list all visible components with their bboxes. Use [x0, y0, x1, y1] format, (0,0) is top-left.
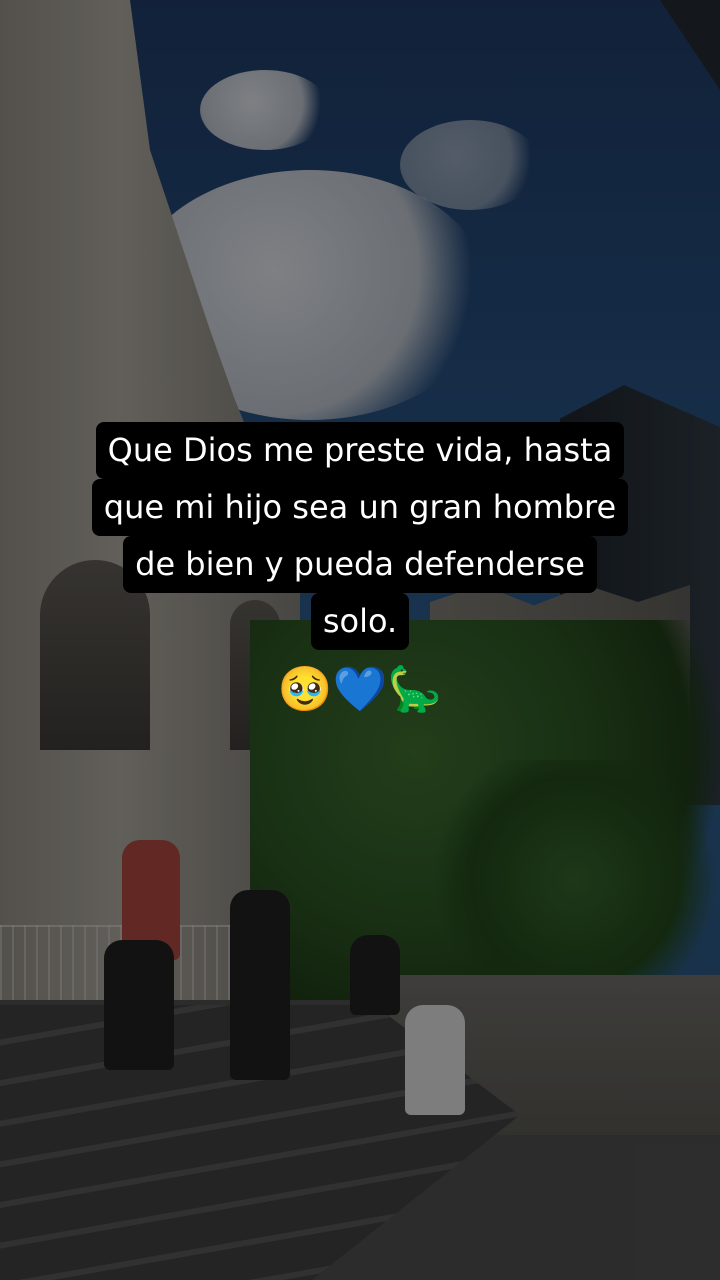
caption-emojis: 🥹💙🦕: [277, 664, 443, 715]
caption-line: Que Dios me preste vida, hasta: [95, 422, 625, 479]
caption-block: Que Dios me preste vida, hasta que mi hi…: [0, 422, 720, 650]
caption-line: de bien y pueda defenderse: [123, 536, 597, 593]
caption-line: que mi hijo sea un gran hombre: [91, 479, 629, 536]
caption-line: solo.: [310, 593, 410, 650]
video-frame: Que Dios me preste vida, hasta que mi hi…: [0, 0, 720, 1280]
